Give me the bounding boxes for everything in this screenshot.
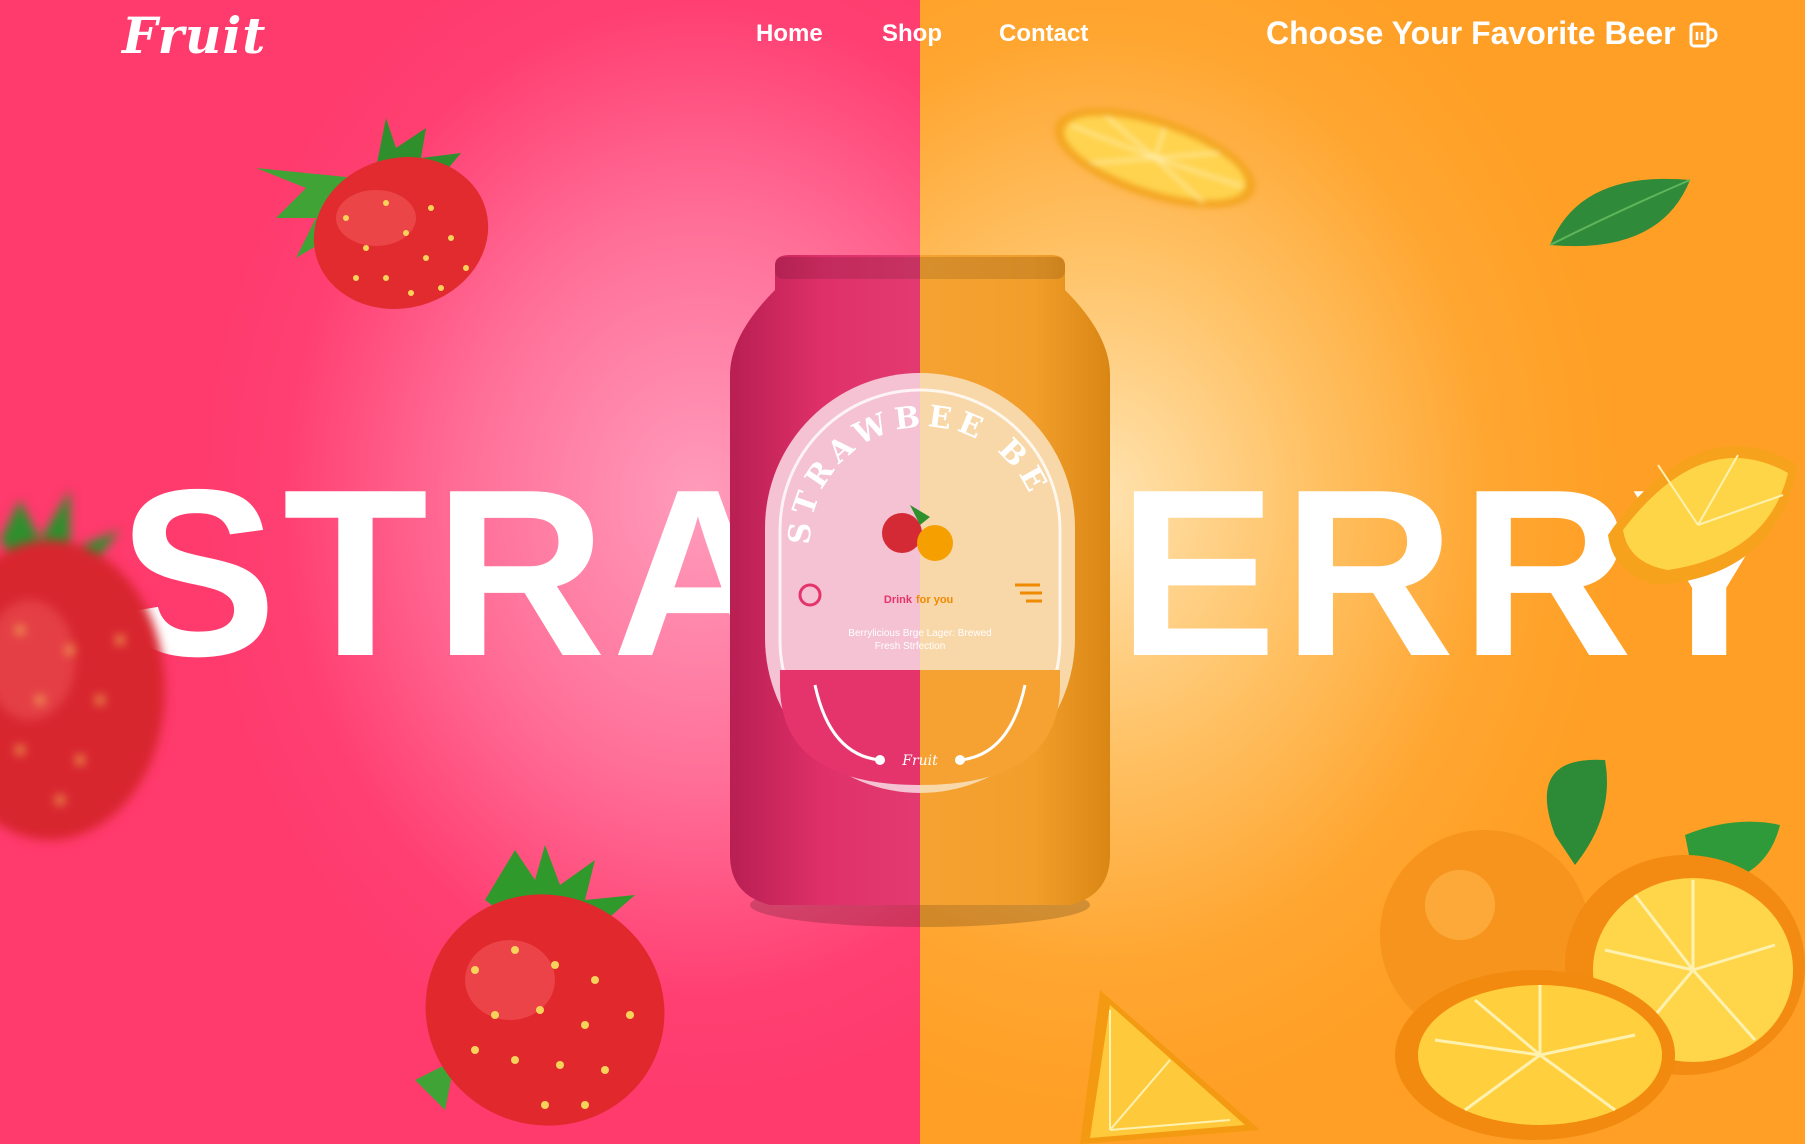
leaf-top-right-image — [1549, 178, 1691, 247]
orange-slice-bottom-image — [1080, 990, 1260, 1144]
nav-shop-link[interactable]: Shop — [882, 20, 942, 48]
nav-contact-link[interactable]: Contact — [999, 20, 1088, 48]
strawberry-top-image — [256, 118, 489, 309]
strawberry-bottom-image — [415, 845, 665, 1126]
oranges-bottom-right-image — [1380, 759, 1805, 1140]
brand-logo[interactable]: Fruit — [122, 6, 266, 65]
can-for-you-text: for you — [916, 594, 953, 606]
orange-wedge-right-image — [1608, 446, 1798, 585]
can-drink-text: Drink — [884, 594, 913, 606]
strawberry-left-image — [0, 490, 165, 840]
beer-can: STRAWBEE BEER Drink for you Berrylicious… — [730, 255, 1110, 927]
hero-word-left: STRA — [118, 441, 790, 706]
can-footer-logo: Fruit — [901, 753, 938, 769]
header-tagline: Choose Your Favorite Beer — [1266, 15, 1676, 51]
nav-home-link[interactable]: Home — [756, 20, 823, 48]
can-description-line1: Berrylicious Brge Lager: Brewed — [848, 628, 991, 639]
hero-stage: STRA ERRY STRAWBEE BE Drink for you Berr… — [0, 0, 1805, 1144]
orange-slice-top-image — [1054, 107, 1256, 209]
beer-mug-icon[interactable] — [1688, 18, 1718, 50]
can-description-line2: Fresh Strfection — [875, 641, 946, 652]
